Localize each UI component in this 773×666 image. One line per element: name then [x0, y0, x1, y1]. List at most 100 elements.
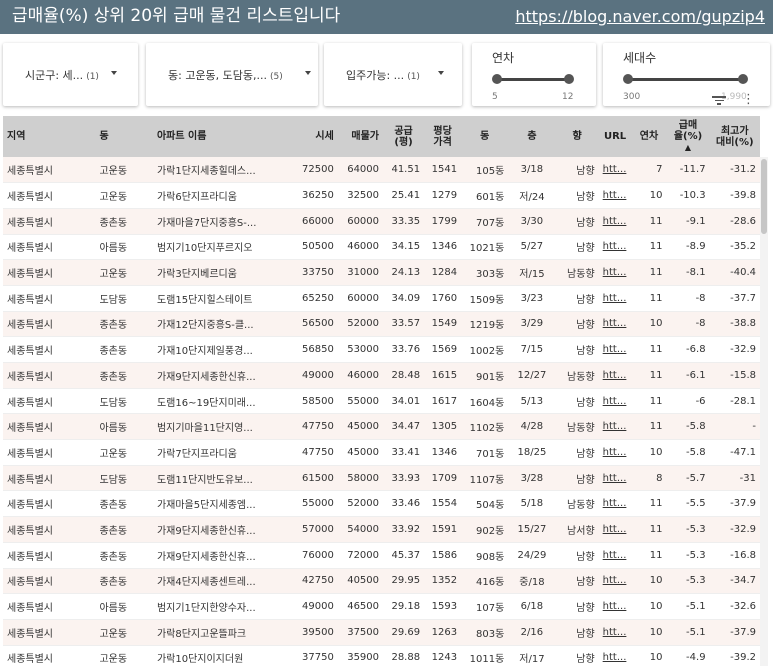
- col-header-price-per-pyeong[interactable]: 평당 가격: [424, 116, 461, 157]
- table-row[interactable]: 세종특별시 아름동 범지기1단지한양수자... 49000 46500 29.18 1593…: [3, 593, 760, 620]
- filter-icon[interactable]: [712, 94, 726, 106]
- listing-url-link[interactable]: htt...: [603, 421, 627, 432]
- table-row[interactable]: 세종특별시 종촌동 가재12단지중흥S-클... 56500 52000 33.57 154…: [3, 311, 760, 338]
- cell-years: 7: [631, 157, 667, 184]
- listing-url-link[interactable]: htt...: [603, 164, 627, 175]
- table-row[interactable]: 세종특별시 종촌동 가재마을7단지중흥S-... 66000 60000 33.35 179…: [3, 208, 760, 235]
- cell-url: htt...: [598, 234, 632, 261]
- listing-url-link[interactable]: htt...: [603, 627, 627, 638]
- households-slider-min-handle[interactable]: [623, 74, 633, 84]
- cell-region: 세종특별시: [3, 311, 96, 338]
- year-slider-min-handle[interactable]: [492, 74, 502, 84]
- col-header-apartment[interactable]: 아파트 이름: [153, 116, 293, 157]
- table-row[interactable]: 세종특별시 종촌동 가재10단지제일풍경... 56850 53000 33.76 1569…: [3, 336, 760, 363]
- table-row[interactable]: 세종특별시 종촌동 가재4단지세종센트레... 42750 40500 29.95 1352…: [3, 568, 760, 595]
- cell-listing-price: 35900: [337, 645, 384, 666]
- col-header-supply-area[interactable]: 공급 (평): [383, 116, 424, 157]
- cell-discount-rate: -5.3: [666, 516, 710, 543]
- listing-url-link[interactable]: htt...: [603, 216, 627, 227]
- cell-building: 1011동: [461, 645, 509, 666]
- listing-url-link[interactable]: htt...: [603, 370, 627, 381]
- cell-direction: 남향: [555, 208, 599, 235]
- cell-region: 세종특별시: [3, 157, 96, 184]
- cell-price-per-pyeong: 1352: [424, 568, 462, 595]
- table-row[interactable]: 세종특별시 아름동 범지기10단지푸르지오 50500 46000 34.15 1346 10…: [3, 234, 760, 261]
- cell-price-per-pyeong: 1243: [424, 645, 462, 666]
- cell-vs-peak: -31.2: [709, 157, 760, 184]
- col-header-floor[interactable]: 층: [508, 116, 555, 157]
- cell-discount-rate: -5.8: [666, 439, 710, 466]
- table-row[interactable]: 세종특별시 고운동 가락7단지프라디움 47750 45000 33.41 1346 701동…: [3, 439, 760, 466]
- col-header-market-price[interactable]: 시세: [293, 116, 338, 157]
- table-row[interactable]: 세종특별시 도담동 도램16~19단지미래... 58500 55000 34.01 161…: [3, 388, 760, 415]
- cell-region: 세종특별시: [3, 362, 96, 389]
- listing-url-link[interactable]: htt...: [603, 524, 627, 535]
- year-slider-max-handle[interactable]: [564, 74, 574, 84]
- col-header-direction[interactable]: 향: [556, 116, 599, 157]
- table-row[interactable]: 세종특별시 종촌동 가재9단지세종한신휴... 57000 54000 33.92 1591…: [3, 516, 760, 543]
- sort-asc-icon: ▲: [684, 143, 692, 152]
- households-slider-max-handle[interactable]: [738, 74, 748, 84]
- table-row[interactable]: 세종특별시 종촌동 가재마을5단지세종엠... 55000 52000 33.46 1554…: [3, 490, 760, 518]
- blog-link[interactable]: https://blog.naver.com/gupzip4: [515, 6, 765, 28]
- cell-url: htt...: [598, 336, 632, 363]
- listing-url-link[interactable]: htt...: [603, 293, 627, 304]
- table-row[interactable]: 세종특별시 고운동 가락10단지이지더원 37750 35900 28.88 1243 101…: [3, 645, 760, 666]
- listing-url-link[interactable]: htt...: [603, 241, 627, 252]
- cell-floor: 7/15: [508, 336, 556, 363]
- cell-price-per-pyeong: 1586: [424, 542, 462, 569]
- table-header-row: 지역 동 아파트 이름 시세 매물가 공급 (평) 평당 가격 동 층 향 UR…: [3, 116, 760, 157]
- listing-url-link[interactable]: htt...: [603, 190, 627, 201]
- cell-region: 세종특별시: [3, 619, 96, 646]
- cell-building: 105동: [461, 157, 509, 184]
- col-header-region[interactable]: 지역: [3, 116, 95, 157]
- movein-filter-count: (1): [407, 72, 420, 82]
- dong-filter-dropdown[interactable]: 동: 고운동, 도담동,... (5): [146, 43, 318, 106]
- cell-listing-price: 52000: [337, 311, 384, 338]
- cell-price-per-pyeong: 1799: [424, 208, 462, 235]
- col-header-discount-rate[interactable]: 급매 율(%) ▲: [666, 116, 709, 157]
- table-row[interactable]: 세종특별시 고운동 가락6단지프라디움 36250 32500 25.41 1279 601동…: [3, 182, 760, 209]
- col-header-building[interactable]: 동: [461, 116, 508, 157]
- cell-floor: 저/15: [508, 259, 556, 286]
- cell-apartment: 가재9단지세종한신휴...: [152, 516, 293, 543]
- households-slider-track[interactable]: [628, 78, 743, 81]
- sigungu-filter-dropdown[interactable]: 시군구: 세... (1): [3, 43, 138, 106]
- table-row[interactable]: 세종특별시 고운동 가락1단지세종힐데스... 72500 64000 41.51 1541…: [3, 157, 760, 184]
- col-header-url[interactable]: URL: [599, 116, 632, 157]
- table-row[interactable]: 세종특별시 고운동 가락8단지고운뜰파크 39500 37500 29.69 1263 803…: [3, 619, 760, 646]
- listing-url-link[interactable]: htt...: [603, 447, 627, 458]
- col-header-years[interactable]: 연차: [632, 116, 667, 157]
- vertical-scrollbar[interactable]: [760, 157, 768, 666]
- listing-url-link[interactable]: htt...: [603, 473, 627, 484]
- listing-url-link[interactable]: htt...: [603, 550, 627, 561]
- cell-vs-peak: -15.8: [709, 362, 760, 389]
- listing-url-link[interactable]: htt...: [603, 575, 627, 586]
- listing-url-link[interactable]: htt...: [603, 267, 627, 278]
- col-header-listing-price[interactable]: 매물가: [338, 116, 383, 157]
- listing-url-link[interactable]: htt...: [603, 344, 627, 355]
- table-row[interactable]: 세종특별시 아름동 범지기마을11단지영... 47750 45000 34.47 1305…: [3, 413, 760, 441]
- table-row[interactable]: 세종특별시 도담동 도램11단지반도유보... 61500 58000 33.93 1709…: [3, 465, 760, 492]
- table-row[interactable]: 세종특별시 고운동 가락3단지베르디움 33750 31000 24.13 1284 303동…: [3, 259, 760, 286]
- listing-url-link[interactable]: htt...: [603, 396, 627, 407]
- listing-url-link[interactable]: htt...: [603, 498, 627, 509]
- col-header-dong[interactable]: 동: [95, 116, 153, 157]
- cell-dong: 종촌동: [95, 208, 153, 235]
- more-vert-icon[interactable]: ⋮: [742, 93, 755, 106]
- movein-filter-dropdown[interactable]: 입주가능: ... (1): [324, 43, 462, 106]
- cell-market-price: 42750: [292, 568, 338, 595]
- listing-url-link[interactable]: htt...: [603, 318, 627, 329]
- cell-listing-price: 53000: [337, 336, 384, 363]
- table-row[interactable]: 세종특별시 종촌동 가재9단지세종한신휴... 76000 72000 45.37 1586…: [3, 542, 760, 569]
- cell-direction: 남향: [555, 542, 599, 569]
- cell-floor: 저/17: [508, 645, 556, 666]
- scrollbar-thumb[interactable]: [761, 159, 767, 234]
- listing-url-link[interactable]: htt...: [603, 601, 627, 612]
- table-row[interactable]: 세종특별시 종촌동 가재9단지세종한신휴... 49000 46000 28.48 1615…: [3, 362, 760, 389]
- year-slider-track[interactable]: [497, 78, 569, 81]
- listing-url-link[interactable]: htt...: [603, 652, 627, 663]
- cell-building: 1107동: [461, 465, 509, 492]
- table-row[interactable]: 세종특별시 도담동 도램15단지힐스테이트 65250 60000 34.09 1760 15…: [3, 285, 760, 312]
- col-header-vs-peak[interactable]: 최고가 대비(%): [710, 116, 760, 157]
